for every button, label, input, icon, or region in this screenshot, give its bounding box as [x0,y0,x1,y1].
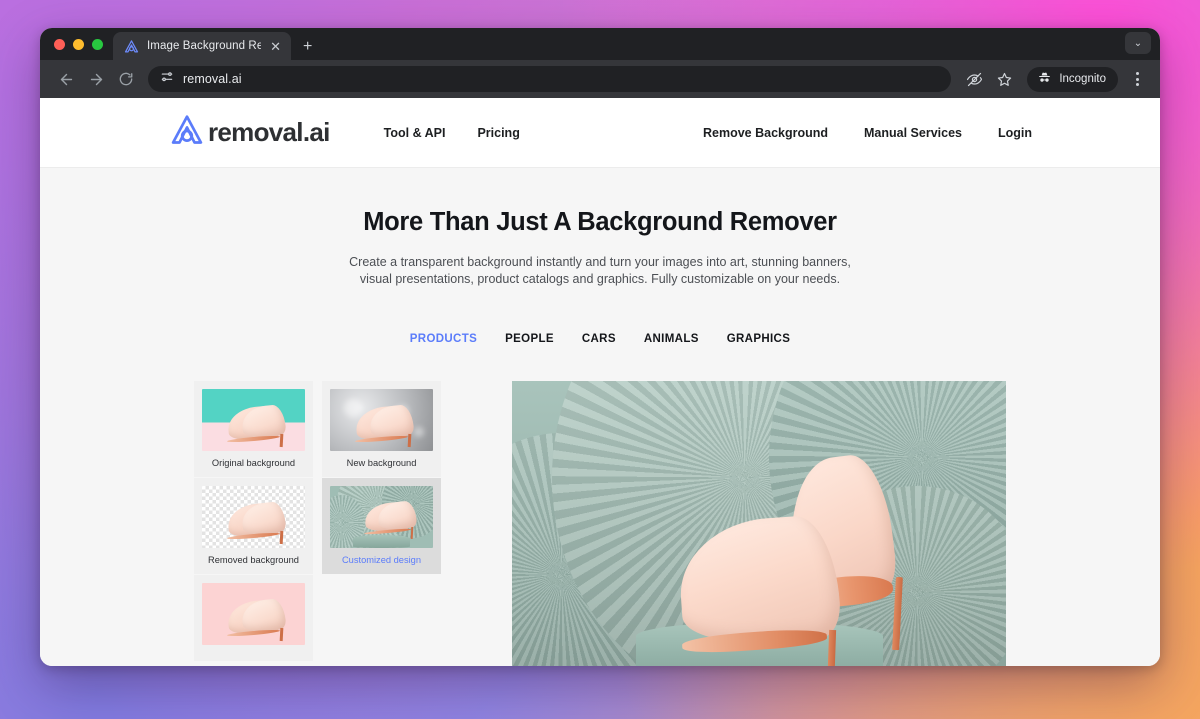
thumbnail-label: New background [346,457,417,468]
hero-section: More Than Just A Background Remover Crea… [40,168,1160,289]
address-bar[interactable]: removal.ai [148,66,952,92]
minimize-window-button[interactable] [73,38,84,50]
incognito-indicator[interactable]: Incognito [1027,66,1118,92]
tab-graphics[interactable]: GRAPHICS [727,333,791,345]
thumbnail-image [330,388,433,451]
tab-animals[interactable]: ANIMALS [644,333,699,345]
star-icon[interactable] [991,66,1017,92]
removal-ai-logo-icon [124,39,139,54]
removal-ai-logo-icon [168,113,206,152]
thumbnail-image [202,582,305,645]
brand-name: removal.ai [208,117,330,147]
nav-link-manual-services[interactable]: Manual Services [864,126,962,140]
shoe-illustration [346,402,416,448]
incognito-label: Incognito [1059,73,1106,85]
brand-logo[interactable]: removal.ai [168,113,330,152]
close-tab-button[interactable]: ✕ [269,38,282,55]
nav-link-login[interactable]: Login [998,126,1032,140]
thumbnail-image [202,388,305,451]
tune-icon[interactable] [160,70,174,89]
browser-toolbar: removal.ai Incognito [40,60,1160,98]
eye-slash-icon[interactable] [961,66,987,92]
thumbnail-label: Removed background [208,554,299,565]
maximize-window-button[interactable] [92,38,103,50]
category-tabs: PRODUCTS PEOPLE CARS ANIMALS GRAPHICS [40,333,1160,345]
shoe-illustration [357,499,419,539]
kebab-menu-icon[interactable] [1124,66,1150,92]
window-traffic-lights [52,28,113,60]
primary-nav-right: Remove Background Manual Services Login [703,126,1032,140]
nav-link-tool-api[interactable]: Tool & API [384,126,446,140]
tab-products[interactable]: PRODUCTS [410,333,477,345]
page-title: More Than Just A Background Remover [363,208,837,236]
reload-icon[interactable] [112,65,140,93]
chevron-down-icon[interactable]: ⌄ [1125,32,1151,54]
thumbnail-row: Original background New background [194,380,441,477]
site-header: removal.ai Tool & API Pricing Remove Bac… [40,98,1160,168]
thumbnail-customized-design[interactable]: Customized design [322,477,441,574]
shoe-front [675,510,843,666]
browser-tab[interactable]: Image Background Remover | ✕ [113,32,291,60]
shoe-illustration [218,499,288,545]
preview-image[interactable] [512,380,1006,666]
nav-link-pricing[interactable]: Pricing [477,126,519,140]
forward-arrow-icon[interactable] [82,65,110,93]
browser-window: Image Background Remover | ✕ + ⌄ [40,28,1160,666]
thumbnail-new-background[interactable]: New background [322,380,441,477]
nav-link-remove-background[interactable]: Remove Background [703,126,828,140]
thumbnail-list: Original background New background Remov… [194,380,441,667]
thumbnail-label [202,645,305,661]
browser-tab-strip: Image Background Remover | ✕ + ⌄ [40,28,1160,60]
primary-nav-left: Tool & API Pricing [384,126,520,140]
showcase-section: Original background New background Remov… [40,380,1160,667]
incognito-hat-icon [1037,70,1052,88]
tab-cars[interactable]: CARS [582,333,616,345]
thumbnail-label: Original background [211,457,296,468]
thumbnail-image [330,485,433,548]
thumbnail-image [202,485,305,548]
browser-tab-title: Image Background Remover | [147,40,262,52]
address-bar-url[interactable]: removal.ai [183,72,242,86]
close-window-button[interactable] [54,38,65,50]
thumbnail-row [194,574,441,661]
new-tab-button[interactable]: + [303,39,312,55]
thumbnail-removed-background[interactable]: Removed background [194,477,313,574]
desktop-background: Image Background Remover | ✕ + ⌄ [0,0,1200,719]
tab-people[interactable]: PEOPLE [505,333,554,345]
page-viewport: removal.ai Tool & API Pricing Remove Bac… [40,98,1160,666]
shoe-illustration [218,596,288,642]
thumbnail-row: Removed background Customized design [194,477,441,574]
shoe-illustration [218,402,288,448]
toolbar-actions: Incognito [961,66,1150,92]
thumbnail-original-background[interactable]: Original background [194,380,313,477]
thumbnail-label: Customized design [341,554,422,565]
hero-subtitle: Create a transparent background instantl… [349,255,851,287]
thumbnail-pink-background[interactable] [194,574,313,661]
back-arrow-icon[interactable] [52,65,80,93]
